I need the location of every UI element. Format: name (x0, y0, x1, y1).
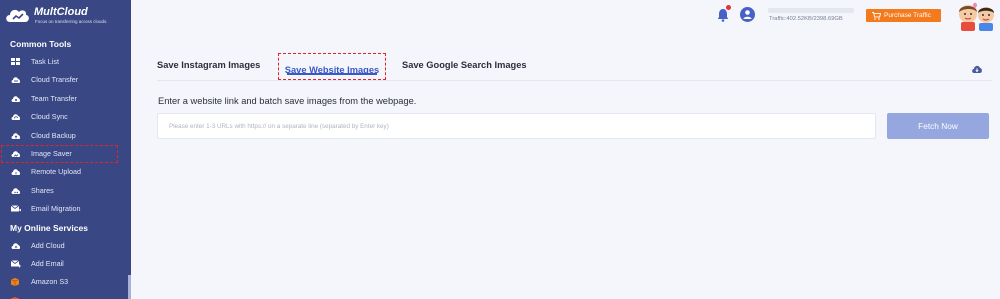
sidebar-item-remote-upload[interactable]: Remote Upload (0, 163, 131, 181)
brand[interactable]: MultCloud Focus on transferring across c… (0, 0, 131, 32)
sidebar-item-label: Cloud Transfer (31, 75, 79, 85)
active-tab-underline (287, 73, 377, 75)
online-services-title: My Online Services (10, 222, 88, 233)
sidebar-item-task-list[interactable]: Task List (0, 53, 131, 71)
purchase-traffic-button[interactable]: Purchase Traffic (866, 9, 941, 22)
sidebar-item-label: Team Transfer (31, 93, 77, 103)
cart-icon (872, 12, 881, 20)
share-icon (11, 187, 21, 194)
team-transfer-icon (11, 95, 21, 102)
sidebar-item-add-email[interactable]: Add Email (0, 255, 131, 273)
sidebar-item-partial[interactable] (0, 292, 131, 299)
grid-icon (11, 58, 20, 65)
sidebar-item-team-transfer[interactable]: Team Transfer (0, 90, 131, 108)
sidebar-item-amazon-s3[interactable]: Amazon S3 (0, 273, 131, 291)
sidebar-item-label: Email Migration (31, 204, 81, 214)
remote-upload-icon (11, 169, 21, 176)
sidebar-item-label: Task List (31, 57, 59, 66)
mascot-illustration-icon[interactable] (951, 1, 999, 31)
sidebar-item-label: Amazon S3 (31, 277, 69, 287)
tab-save-website-images[interactable]: Save Website Images (278, 53, 386, 80)
add-cloud-icon (11, 242, 21, 249)
user-icon (743, 10, 752, 19)
add-email-icon (11, 260, 21, 268)
email-migration-icon (11, 205, 21, 212)
cloud-sync-icon (11, 114, 21, 121)
sidebar-item-cloud-sync[interactable]: Cloud Sync (0, 108, 131, 126)
common-tools-title: Common Tools (10, 39, 72, 49)
fetch-now-button[interactable]: Fetch Now (887, 113, 989, 139)
notification-bell-icon[interactable] (717, 8, 729, 22)
multcloud-logo-icon (6, 9, 29, 22)
brand-tagline: Focus on transferring across clouds. (35, 19, 108, 24)
brand-name: MultCloud (34, 6, 88, 18)
sidebar-item-label: Add Cloud (31, 240, 65, 250)
traffic-text: Traffic:402.52KB/2398.69GB (769, 16, 843, 22)
sidebar-item-label: Image Saver (31, 148, 72, 158)
traffic-progress-bar (768, 8, 854, 13)
image-saver-tabs: Save Instagram Images Save Website Image… (157, 53, 992, 81)
amazon-s3-icon (11, 278, 20, 287)
instruction-text: Enter a website link and batch save imag… (158, 96, 417, 106)
sidebar: MultCloud Focus on transferring across c… (0, 0, 131, 299)
sidebar-item-cloud-backup[interactable]: Cloud Backup (0, 127, 131, 145)
sidebar-item-email-migration[interactable]: Email Migration (0, 200, 131, 218)
sidebar-item-shares[interactable]: Shares (0, 182, 131, 200)
sidebar-item-label: Remote Upload (31, 167, 81, 177)
cloud-download-icon[interactable] (971, 63, 983, 75)
sidebar-item-label: Shares (31, 185, 54, 195)
url-input[interactable] (157, 113, 876, 139)
tab-save-google-search-images[interactable]: Save Google Search Images (402, 60, 527, 70)
sidebar-item-add-cloud[interactable]: Add Cloud (0, 237, 131, 255)
sidebar-item-label: Add Email (31, 258, 64, 268)
purchase-traffic-label: Purchase Traffic (884, 12, 931, 19)
user-avatar-icon[interactable] (740, 7, 755, 22)
cloud-backup-icon (11, 132, 21, 139)
sidebar-scrollbar[interactable] (128, 275, 131, 299)
image-saver-icon (11, 151, 21, 157)
cloud-transfer-icon (11, 77, 21, 84)
tab-save-instagram-images[interactable]: Save Instagram Images (157, 60, 260, 70)
sidebar-item-image-saver[interactable]: Image Saver (1, 144, 118, 164)
notification-badge (726, 5, 731, 10)
sidebar-item-cloud-transfer[interactable]: Cloud Transfer (0, 71, 131, 89)
sidebar-item-label: Cloud Sync (31, 112, 68, 122)
sidebar-item-label: Cloud Backup (31, 130, 76, 140)
